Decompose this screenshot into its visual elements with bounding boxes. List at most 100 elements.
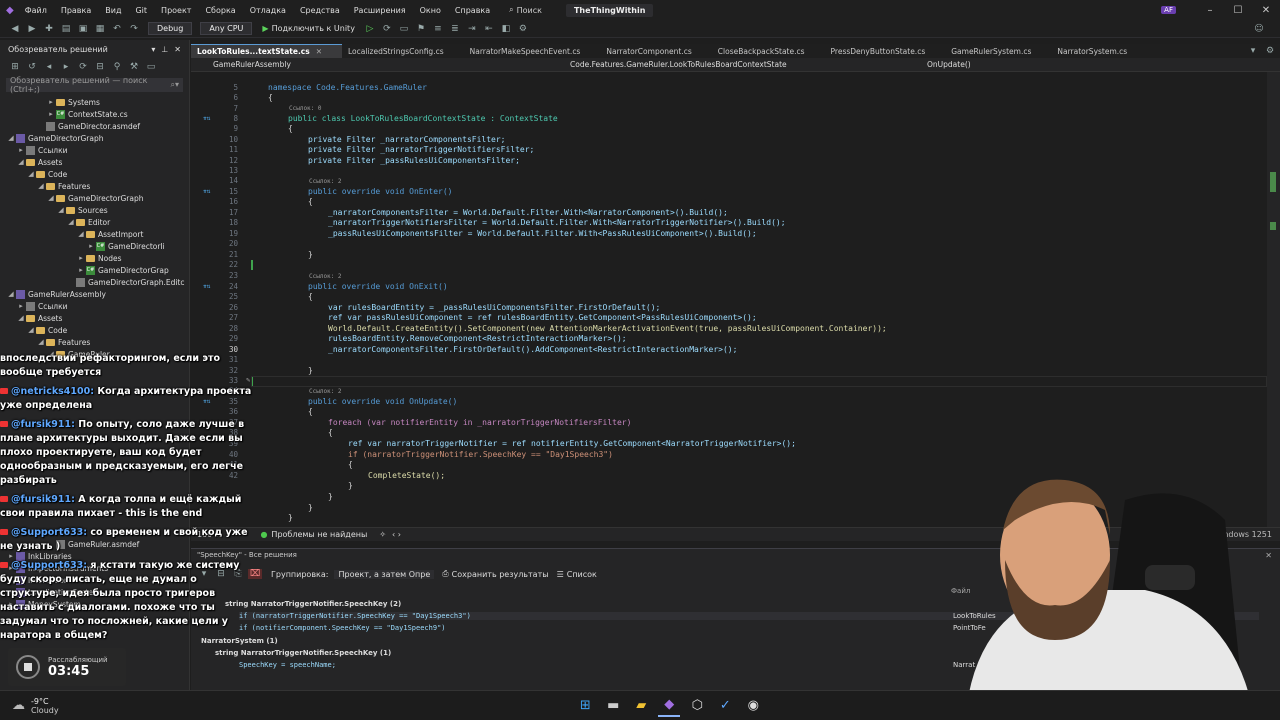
problems-status[interactable]: Проблемы не найдены xyxy=(271,530,367,539)
menu-item[interactable]: Файл xyxy=(18,6,54,15)
tab[interactable]: CloseBackpackState.cs xyxy=(712,44,825,58)
expand-arrow-icon[interactable]: ▸ xyxy=(76,254,86,262)
result-line[interactable]: if (notifierComponent.SpeechKey == "Day1… xyxy=(239,624,446,632)
properties-icon[interactable]: ⚒ xyxy=(127,62,141,72)
maximize-icon[interactable]: ☐ xyxy=(1224,5,1252,16)
tree-item[interactable]: ◢ GameDirectorGraph xyxy=(0,192,189,204)
menu-item[interactable]: Правка xyxy=(54,6,98,15)
tree-item[interactable]: ▸ Ссылки xyxy=(0,300,189,312)
expand-arrow-icon[interactable]: ◢ xyxy=(26,326,36,334)
tree-item[interactable]: ◢ GameDirectorGraph xyxy=(0,132,189,144)
open-file-icon[interactable]: ▤ xyxy=(59,24,73,34)
explorer-folder-icon[interactable]: ▰ xyxy=(630,695,652,717)
redo-icon[interactable]: ↷ xyxy=(127,24,141,34)
dropdown-icon[interactable]: ▾ xyxy=(151,45,155,54)
tree-item[interactable]: ◢ Code xyxy=(0,324,189,336)
bookmark-next-icon[interactable]: ◧ xyxy=(499,24,513,34)
file-manager-icon[interactable]: ▬ xyxy=(602,695,624,717)
tree-item[interactable]: ◢ Features xyxy=(0,336,189,348)
tab[interactable]: PressDenyButtonState.cs xyxy=(825,44,946,58)
obs-icon[interactable]: ◉ xyxy=(742,695,764,717)
expand-arrow-icon[interactable]: ◢ xyxy=(16,314,26,322)
profile-badge[interactable]: AF xyxy=(1161,6,1176,14)
expand-arrow-icon[interactable]: ◢ xyxy=(6,134,16,142)
save-all-icon[interactable]: ▦ xyxy=(93,24,107,34)
tab[interactable]: LocalizedStringsConfig.cs xyxy=(342,44,464,58)
list-view-button[interactable]: Список xyxy=(567,570,597,579)
tree-item[interactable]: GameDirectorGraph.Editc xyxy=(0,276,189,288)
config-select[interactable]: Debug xyxy=(148,22,193,35)
tree-item[interactable]: ◢ GameRulerAssembly xyxy=(0,288,189,300)
tab-list-icon[interactable]: ▾ xyxy=(1246,46,1260,56)
bookmark-icon[interactable]: ⚑ xyxy=(414,24,428,34)
expand-arrow-icon[interactable]: ◢ xyxy=(36,182,46,190)
member-combo[interactable]: OnUpdate() xyxy=(905,58,1255,72)
expand-arrow-icon[interactable]: ◢ xyxy=(16,158,26,166)
filter-icon[interactable]: ⚲ xyxy=(110,62,124,72)
menu-item[interactable]: Расширения xyxy=(347,6,413,15)
tree-item[interactable]: GameDirector.asmdef xyxy=(0,120,189,132)
menu-item[interactable]: Git xyxy=(128,6,154,15)
pin-icon[interactable]: ⊥ xyxy=(161,45,168,54)
tree-item[interactable]: ▸ Ссылки xyxy=(0,144,189,156)
outdent-icon[interactable]: ⇤ xyxy=(482,24,496,34)
close-tab-icon[interactable]: ✕ xyxy=(316,47,322,56)
vertical-scrollbar[interactable] xyxy=(1267,72,1280,527)
indent-icon[interactable]: ⇥ xyxy=(465,24,479,34)
tree-item[interactable]: ▸ Nodes xyxy=(0,252,189,264)
preview-icon[interactable]: ▭ xyxy=(144,62,158,72)
browser-icon[interactable]: ▭ xyxy=(397,24,411,34)
tab[interactable]: LookToRules...textState.cs ✕ xyxy=(191,44,342,58)
expand-arrow-icon[interactable]: ◢ xyxy=(26,170,36,178)
new-project-icon[interactable]: ✚ xyxy=(42,24,56,34)
close-panel-icon[interactable]: ✕ xyxy=(1265,551,1272,560)
tree-item[interactable]: ▸ C# GameDirectorGrap xyxy=(0,264,189,276)
tree-item[interactable]: ▸ C# GameDirectorIi xyxy=(0,240,189,252)
tree-item[interactable]: ◢ Features xyxy=(0,180,189,192)
sync-icon[interactable]: ⊞ xyxy=(8,62,22,72)
tab[interactable]: NarratorMakeSpeechEvent.cs xyxy=(464,44,601,58)
menu-item[interactable]: Справка xyxy=(448,6,497,15)
close-panel-icon[interactable]: ✕ xyxy=(174,45,181,54)
search-box[interactable]: ⌕ Поиск xyxy=(503,3,548,17)
tree-item[interactable]: ◢ Assets xyxy=(0,312,189,324)
type-combo[interactable]: Code.Features.GameRuler.LookToRulesBoard… xyxy=(548,58,905,72)
back-icon[interactable]: ◀ xyxy=(8,24,22,34)
expand-arrow-icon[interactable]: ▸ xyxy=(16,146,26,154)
tab[interactable]: GameRulerSystem.cs xyxy=(945,44,1051,58)
tree-item[interactable]: ▸ Systems xyxy=(0,96,189,108)
solution-search-input[interactable]: Обозреватель решений — поиск (Ctrl+;) ⌕▾ xyxy=(6,76,183,94)
nav-arrows-icon[interactable]: ‹ › xyxy=(392,530,401,539)
expand-arrow-icon[interactable]: ◢ xyxy=(56,206,66,214)
back-icon[interactable]: ◂ xyxy=(42,62,56,72)
cleanup-icon[interactable]: ✧ xyxy=(379,530,386,539)
menu-item[interactable]: Сборка xyxy=(198,6,242,15)
run-button[interactable]: ▶ Подключить к Unity xyxy=(262,24,355,33)
start-no-debug-icon[interactable]: ▷ xyxy=(363,24,377,34)
tab[interactable]: NarratorSystem.cs xyxy=(1051,44,1147,58)
history-icon[interactable]: ↺ xyxy=(25,62,39,72)
expand-arrow-icon[interactable]: ▸ xyxy=(86,242,96,250)
menu-item[interactable]: Окно xyxy=(413,6,448,15)
forward-icon[interactable]: ▶ xyxy=(25,24,39,34)
tree-item[interactable]: ◢ AssetImport xyxy=(0,228,189,240)
tree-item[interactable]: ◢ Editor xyxy=(0,216,189,228)
expand-arrow-icon[interactable]: ◢ xyxy=(46,194,56,202)
tracker-app-icon[interactable]: ✓ xyxy=(714,695,736,717)
expand-arrow-icon[interactable]: ▸ xyxy=(76,266,86,274)
save-results-button[interactable]: Сохранить результаты xyxy=(452,570,549,579)
comment-icon[interactable]: ≡ xyxy=(431,24,445,34)
feedback-icon[interactable]: ☺ xyxy=(1252,24,1266,34)
minimize-icon[interactable]: – xyxy=(1196,5,1224,16)
forward-icon[interactable]: ▸ xyxy=(59,62,73,72)
save-icon[interactable]: ▣ xyxy=(76,24,90,34)
platform-select[interactable]: Any CPU xyxy=(200,22,253,35)
expand-arrow-icon[interactable]: ◢ xyxy=(36,338,46,346)
tree-item[interactable]: ◢ Code xyxy=(0,168,189,180)
grouping-select[interactable]: Проект, а затем Опре xyxy=(334,569,435,579)
menu-item[interactable]: Средства xyxy=(293,6,347,15)
refresh-icon[interactable]: ⟳ xyxy=(76,62,90,72)
tree-item[interactable]: ◢ Sources xyxy=(0,204,189,216)
hot-reload-icon[interactable]: ⟳ xyxy=(380,24,394,34)
project-combo[interactable]: GameRulerAssembly xyxy=(191,58,548,72)
